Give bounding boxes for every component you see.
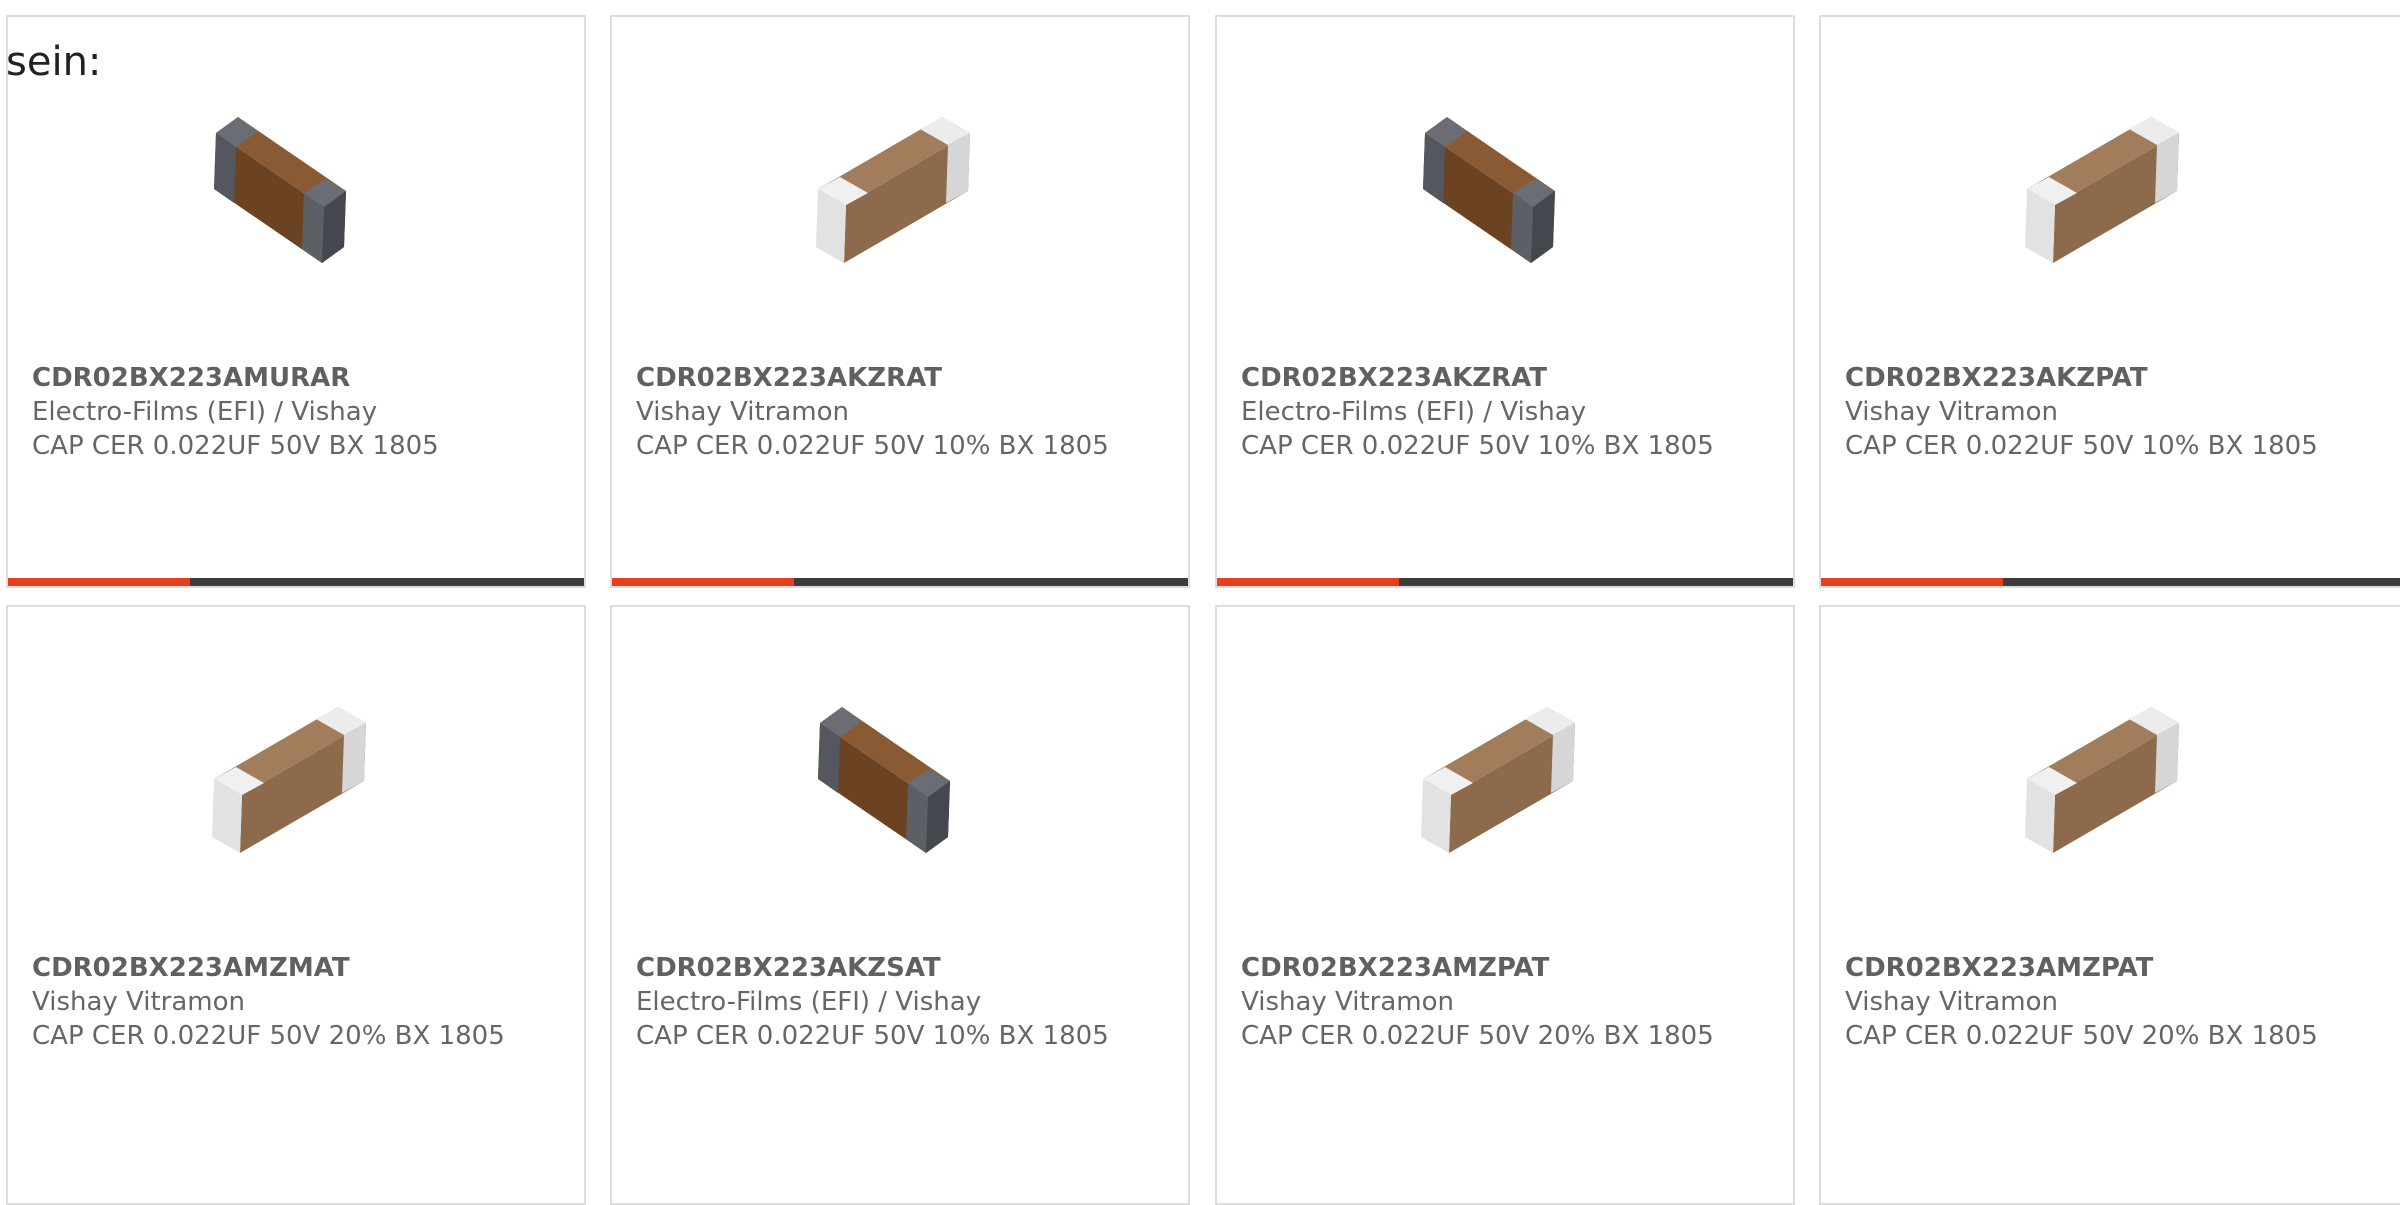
card-accent-bar — [1217, 578, 1399, 586]
part-number[interactable]: CDR02BX223AMZPAT — [1241, 951, 1769, 985]
description: CAP CER 0.022UF 50V 20% BX 1805 — [32, 1021, 505, 1051]
manufacturer: Vishay Vitramon — [636, 397, 850, 427]
manufacturer: Electro-Films (EFI) / Vishay — [636, 987, 982, 1017]
capacitor-light-terminal-icon — [2025, 117, 2179, 263]
card-bottom-bar — [612, 578, 1188, 586]
capacitor-dark-terminal-icon — [818, 707, 950, 853]
product-image[interactable] — [1217, 673, 1793, 893]
card-bottom-bar — [1821, 578, 2400, 586]
product-card[interactable]: CDR02BX223AKZPAT Vishay Vitramon CAP CER… — [1819, 15, 2400, 588]
manufacturer: Electro-Films (EFI) / Vishay — [1241, 397, 1587, 427]
capacitor-light-terminal-icon — [1421, 707, 1575, 853]
card-bottom-bar — [8, 578, 584, 586]
description: CAP CER 0.022UF 50V 20% BX 1805 — [1241, 1021, 1714, 1051]
capacitor-light-terminal-icon — [2025, 707, 2179, 853]
manufacturer: Electro-Films (EFI) / Vishay — [32, 397, 378, 427]
product-image[interactable] — [8, 673, 584, 893]
part-number[interactable]: CDR02BX223AKZRAT — [1241, 361, 1769, 395]
part-number[interactable]: CDR02BX223AMZMAT — [32, 951, 560, 985]
product-card[interactable]: CDR02BX223AMZPAT Vishay Vitramon CAP CER… — [1215, 605, 1795, 1205]
capacitor-dark-terminal-icon — [214, 117, 346, 263]
description: CAP CER 0.022UF 50V BX 1805 — [32, 431, 439, 461]
product-image[interactable] — [1821, 83, 2397, 303]
product-card[interactable]: CDR02BX223AMZPAT Vishay Vitramon CAP CER… — [1819, 605, 2400, 1205]
product-card[interactable]: CDR02BX223AKZRAT Vishay Vitramon CAP CER… — [610, 15, 1190, 588]
part-number[interactable]: CDR02BX223AKZRAT — [636, 361, 1164, 395]
description: CAP CER 0.022UF 50V 20% BX 1805 — [1845, 1021, 2318, 1051]
manufacturer: Vishay Vitramon — [1845, 987, 2059, 1017]
card-accent-bar — [612, 578, 794, 586]
product-grid: CDR02BX223AMURAR Electro-Films (EFI) / V… — [0, 0, 2400, 1205]
card-bottom-bar — [1217, 578, 1793, 586]
capacitor-dark-terminal-icon — [1423, 117, 1555, 263]
product-image[interactable] — [612, 83, 1188, 303]
product-image[interactable] — [8, 83, 584, 303]
product-card[interactable]: CDR02BX223AKZSAT Electro-Films (EFI) / V… — [610, 605, 1190, 1205]
part-number[interactable]: CDR02BX223AMZPAT — [1845, 951, 2383, 985]
manufacturer: Vishay Vitramon — [1845, 397, 2059, 427]
description: CAP CER 0.022UF 50V 10% BX 1805 — [636, 1021, 1109, 1051]
description: CAP CER 0.022UF 50V 10% BX 1805 — [636, 431, 1109, 461]
section-heading: sein: — [6, 39, 102, 85]
card-accent-bar — [1821, 578, 2003, 586]
product-image[interactable] — [612, 673, 1188, 893]
capacitor-light-terminal-icon — [212, 707, 366, 853]
product-image[interactable] — [1821, 673, 2397, 893]
manufacturer: Vishay Vitramon — [32, 987, 246, 1017]
part-number[interactable]: CDR02BX223AKZSAT — [636, 951, 1164, 985]
part-number[interactable]: CDR02BX223AKZPAT — [1845, 361, 2383, 395]
capacitor-light-terminal-icon — [816, 117, 970, 263]
part-number[interactable]: CDR02BX223AMURAR — [32, 361, 560, 395]
description: CAP CER 0.022UF 50V 10% BX 1805 — [1845, 431, 2318, 461]
product-card[interactable]: CDR02BX223AMURAR Electro-Films (EFI) / V… — [6, 15, 586, 588]
product-card[interactable]: CDR02BX223AKZRAT Electro-Films (EFI) / V… — [1215, 15, 1795, 588]
product-card[interactable]: CDR02BX223AMZMAT Vishay Vitramon CAP CER… — [6, 605, 586, 1205]
card-accent-bar — [8, 578, 190, 586]
product-image[interactable] — [1217, 83, 1793, 303]
manufacturer: Vishay Vitramon — [1241, 987, 1455, 1017]
description: CAP CER 0.022UF 50V 10% BX 1805 — [1241, 431, 1714, 461]
